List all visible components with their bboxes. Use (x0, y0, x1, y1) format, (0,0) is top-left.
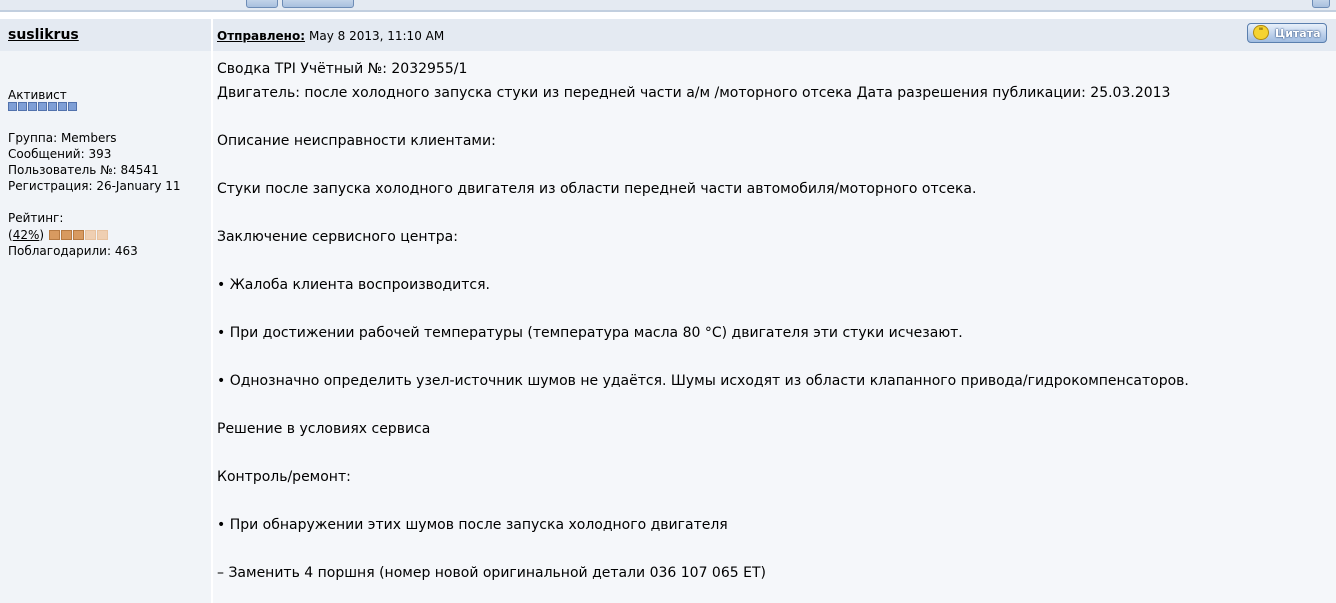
prev-toolbar-button-2[interactable] (282, 0, 354, 8)
prev-toolbar-button-1[interactable] (246, 0, 278, 8)
rank-pip (18, 102, 27, 111)
author-name-link[interactable]: suslikrus (8, 27, 79, 43)
author-posts: Сообщений: 393 (8, 147, 112, 161)
author-title: Активист (8, 88, 67, 102)
header-divider (211, 19, 213, 51)
rank-pip (68, 102, 77, 111)
author-registered: Регистрация: 26-January 11 (8, 179, 181, 193)
post-line: • Однозначно определить узел-источник шу… (217, 373, 1189, 389)
post-date: May 8 2013, 11:10 AM (309, 29, 445, 43)
rating-square-empty (97, 230, 109, 240)
rank-pips (8, 102, 77, 112)
rating-close-paren: ) (39, 228, 45, 242)
post-line: • Жалоба клиента воспроизводится. (217, 277, 490, 293)
rank-pip (58, 102, 67, 111)
post-body: Активист Группа: Members Сообщений: 393 … (0, 51, 1336, 603)
post-line: Заключение сервисного центра: (217, 229, 458, 245)
post-line: Сводка TPI Учётный №: 2032955/1 (217, 61, 468, 77)
author-user-number: Пользователь №: 84541 (8, 163, 159, 177)
rank-pip (48, 102, 57, 111)
rank-pip (8, 102, 17, 111)
author-thanks: Поблагодарили: 463 (8, 244, 138, 258)
rating-row: (42%) (8, 227, 109, 243)
rating-bar (49, 230, 109, 240)
quote-button[interactable]: " Цитата (1247, 23, 1327, 43)
post-line: • При достижении рабочей температуры (те… (217, 325, 963, 341)
rating-label: Рейтинг: (8, 211, 64, 225)
post-line: Двигатель: после холодного запуска стуки… (217, 85, 1171, 101)
previous-post-toolbar (0, 0, 1336, 10)
post-text: Сводка TPI Учётный №: 2032955/1 Двигатель… (217, 57, 1189, 585)
post-line: Контроль/ремонт: (217, 469, 351, 485)
post-line: Стуки после запуска холодного двигателя … (217, 181, 977, 197)
post-content: Сводка TPI Учётный №: 2032955/1 Двигатель… (213, 51, 1336, 603)
rating-square-empty (85, 230, 97, 240)
rating-square-filled (61, 230, 73, 240)
speech-bubble-icon: " (1253, 25, 1269, 40)
rating-percent-link[interactable]: 42% (13, 227, 40, 243)
post-gap (0, 12, 1336, 19)
post-line: Описание неисправности клиентами: (217, 133, 496, 149)
post-line: Решение в условиях сервиса (217, 421, 431, 437)
author-group: Группа: Members (8, 131, 117, 145)
post-line: – Заменить 4 поршня (номер новой оригина… (217, 565, 766, 581)
rank-pip (38, 102, 47, 111)
post-line: • При обнаружении этих шумов после запус… (217, 517, 728, 533)
post-permalink[interactable]: Отправлено: (217, 29, 305, 43)
rating-square-filled (49, 230, 61, 240)
quote-button-label: Цитата (1275, 27, 1321, 40)
rating-square-filled (73, 230, 85, 240)
scroll-top-button[interactable] (1312, 0, 1330, 8)
author-info-panel: Активист Группа: Members Сообщений: 393 … (0, 51, 211, 603)
post-header: suslikrus Отправлено: May 8 2013, 11:10 A… (0, 19, 1336, 51)
post-meta: Отправлено: May 8 2013, 11:10 AM (217, 29, 444, 43)
rank-pip (28, 102, 37, 111)
